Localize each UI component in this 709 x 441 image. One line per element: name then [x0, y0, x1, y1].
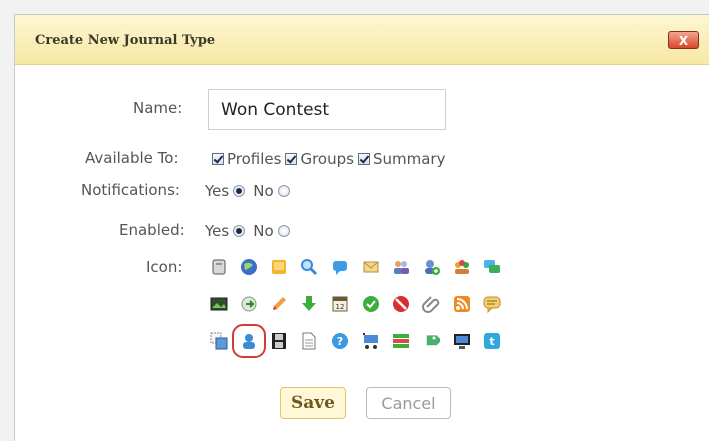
- user-add-icon[interactable]: [422, 258, 440, 276]
- dialog-titlebar: Create New Journal Type X: [15, 15, 709, 65]
- magnifier-icon[interactable]: [300, 258, 318, 276]
- dialog-title: Create New Journal Type: [35, 33, 216, 48]
- globe-icon[interactable]: [240, 258, 258, 276]
- summary-checkbox[interactable]: [357, 153, 370, 165]
- note-icon[interactable]: [270, 258, 288, 276]
- calendar-icon[interactable]: 12: [331, 295, 349, 313]
- arrow-right-circle-icon[interactable]: [240, 295, 258, 313]
- rss-icon[interactable]: [453, 295, 471, 313]
- pencil-icon[interactable]: [270, 295, 288, 313]
- notifications-yes-radio[interactable]: [233, 185, 246, 197]
- monitor-icon[interactable]: [453, 332, 471, 350]
- user-icon[interactable]: [232, 324, 266, 358]
- speech-bubble-icon[interactable]: [331, 258, 349, 276]
- create-journal-type-dialog: Create New Journal Type X Name: Availabl…: [14, 14, 709, 441]
- close-button[interactable]: X: [668, 31, 699, 49]
- svg-text:?: ?: [337, 335, 343, 348]
- enabled-label: Enabled:: [119, 221, 185, 239]
- available-to-label: Available To:: [85, 149, 179, 167]
- notifications-yes-label: Yes: [205, 182, 230, 200]
- stop-icon[interactable]: [392, 295, 410, 313]
- enabled-no-label: No: [253, 222, 274, 240]
- groups-checkbox[interactable]: [285, 153, 298, 165]
- scroll-icon[interactable]: [210, 258, 228, 276]
- background-left: [0, 0, 14, 441]
- profiles-checkbox[interactable]: [212, 153, 224, 165]
- layers-icon[interactable]: [210, 332, 228, 350]
- notifications-label: Notifications:: [81, 181, 180, 199]
- groups-label: Groups: [300, 150, 354, 168]
- background-top: [0, 0, 709, 14]
- twitter-icon[interactable]: t: [483, 332, 501, 350]
- comment-icon[interactable]: [483, 295, 501, 314]
- summary-label: Summary: [372, 150, 446, 168]
- chat-icon[interactable]: [483, 258, 501, 276]
- enabled-no-radio[interactable]: [277, 225, 290, 237]
- notifications-no-label: No: [253, 182, 274, 200]
- document-icon[interactable]: [300, 332, 318, 350]
- enabled-yes-radio[interactable]: [233, 225, 246, 237]
- icon-label: Icon:: [146, 258, 183, 276]
- notifications-no-radio[interactable]: [277, 185, 290, 197]
- list-icon[interactable]: [392, 332, 410, 350]
- group-icon[interactable]: [453, 258, 471, 276]
- svg-text:12: 12: [336, 303, 345, 311]
- available-to-options: Profiles Groups Summary: [212, 150, 445, 168]
- cancel-button[interactable]: Cancel: [366, 387, 451, 419]
- film-icon[interactable]: [270, 332, 288, 350]
- tag-icon[interactable]: [422, 332, 442, 350]
- enabled-yes-label: Yes: [205, 222, 230, 240]
- check-circle-icon[interactable]: [362, 295, 380, 313]
- attachment-icon[interactable]: [422, 295, 440, 313]
- name-label: Name:: [133, 99, 183, 117]
- save-button[interactable]: Save: [280, 387, 346, 419]
- picture-icon[interactable]: [210, 295, 228, 313]
- name-input[interactable]: [208, 89, 446, 130]
- users-icon[interactable]: [392, 258, 410, 276]
- notifications-options: Yes No: [205, 182, 290, 200]
- svg-text:t: t: [489, 335, 494, 348]
- enabled-options: Yes No: [205, 222, 290, 240]
- profiles-label: Profiles: [227, 150, 282, 168]
- envelope-icon[interactable]: [362, 258, 380, 276]
- arrow-down-icon[interactable]: [300, 295, 318, 313]
- cart-icon[interactable]: [362, 332, 380, 350]
- help-icon[interactable]: ?: [331, 332, 349, 350]
